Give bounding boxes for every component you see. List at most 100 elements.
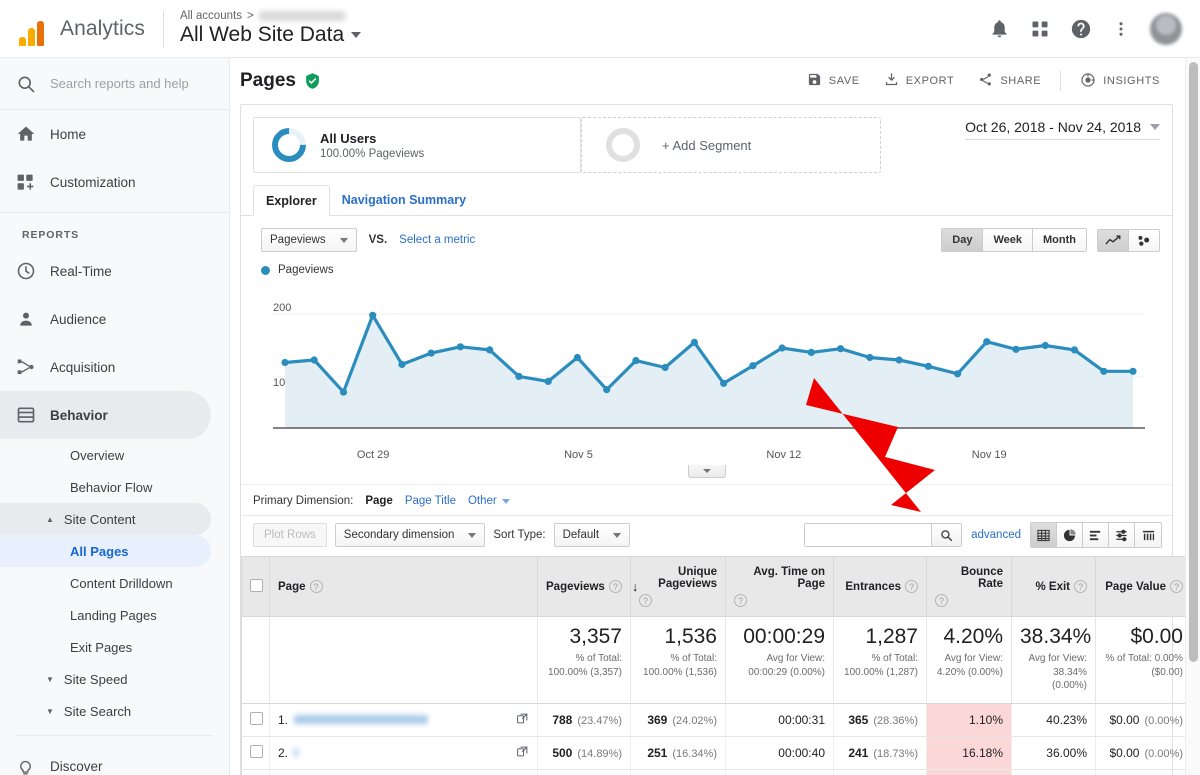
chart-point[interactable] [925,363,932,370]
help-icon[interactable]: ? [609,580,622,593]
chart-point[interactable] [369,312,376,319]
chart-point[interactable] [603,386,610,393]
date-range-picker[interactable]: Oct 26, 2018 - Nov 24, 2018 [965,117,1160,173]
row-checkbox[interactable] [250,712,263,725]
chart-point[interactable] [1100,368,1107,375]
sidebar-item-home[interactable]: Home [0,110,229,158]
secondary-dimension-select[interactable]: Secondary dimension [335,523,486,547]
pageviews-chart[interactable]: 200 100 [255,282,1158,447]
table-view-icon[interactable] [1031,523,1057,547]
apps-grid-icon[interactable] [1030,19,1050,39]
chart-point[interactable] [1129,368,1136,375]
page-cell[interactable]: 2. [270,736,538,769]
chart-zoom-handle[interactable] [688,465,726,478]
chart-point[interactable] [311,356,318,363]
chart-point[interactable] [398,361,405,368]
row-checkbox-cell[interactable] [242,769,270,775]
chart-point[interactable] [457,343,464,350]
table-search[interactable] [804,523,962,547]
scrollbar-thumb[interactable] [1189,62,1198,662]
select-a-metric-link[interactable]: Select a metric [399,234,475,246]
tab-explorer[interactable]: Explorer [253,185,330,216]
select-all-header[interactable] [242,557,270,617]
segment-all-users[interactable]: All Users 100.00% Pageviews [253,117,581,173]
sidebar-item-site-speed[interactable]: ▼ Site Speed [0,663,229,695]
open-external-icon[interactable] [516,745,529,761]
help-icon[interactable]: ? [734,594,747,607]
chart-point[interactable] [340,389,347,396]
sidebar-item-landing-pages[interactable]: Landing Pages [0,599,229,631]
page-cell[interactable]: 1. [270,703,538,736]
column-header-pageviews[interactable]: Pageviews?↓ [538,557,631,617]
save-button[interactable]: SAVE [798,66,869,96]
sidebar-item-acquisition[interactable]: Acquisition [0,343,229,391]
help-icon[interactable]: ? [935,594,948,607]
pivot-view-icon[interactable] [1135,523,1161,547]
column-header-unique-pageviews[interactable]: Unique Pageviews? [631,557,726,617]
chart-point[interactable] [574,354,581,361]
chart-point[interactable] [691,339,698,346]
granularity-week[interactable]: Week [983,229,1033,251]
chart-point[interactable] [281,359,288,366]
page-cell[interactable]: 3. [270,769,538,775]
share-button[interactable]: SHARE [969,66,1050,96]
chart-point[interactable] [749,362,756,369]
bar-view-icon[interactable] [1083,523,1109,547]
tab-navigation-summary[interactable]: Navigation Summary [330,185,478,215]
chart-point[interactable] [632,357,639,364]
row-checkbox[interactable] [250,745,263,758]
sidebar-item-customization[interactable]: Customization [0,158,229,206]
select-all-checkbox[interactable] [250,579,263,592]
sidebar-search[interactable] [0,58,229,110]
column-header-page-value[interactable]: Page Value? [1096,557,1186,617]
table-row[interactable]: 1.788(23.47%)369(24.02%)00:00:31365(28.3… [242,703,1186,736]
sidebar-item-site-search[interactable]: ▼ Site Search [0,695,229,727]
comparison-view-icon[interactable] [1109,523,1135,547]
chart-point[interactable] [954,370,961,377]
row-checkbox-cell[interactable] [242,703,270,736]
chart-point[interactable] [1042,342,1049,349]
column-header-entrances[interactable]: Entrances? [834,557,927,617]
avatar[interactable] [1150,13,1182,45]
row-checkbox-cell[interactable] [242,736,270,769]
column-header-avg-time-on-page[interactable]: Avg. Time on Page? [726,557,834,617]
table-search-button[interactable] [931,524,961,546]
chart-point[interactable] [720,380,727,387]
column-header-bounce-rate[interactable]: Bounce Rate? [927,557,1012,617]
chart-point[interactable] [866,354,873,361]
chart-point[interactable] [486,346,493,353]
chart-point[interactable] [662,364,669,371]
table-search-input[interactable] [805,524,931,546]
view-name[interactable]: All Web Site Data [180,23,361,47]
chart-point[interactable] [1012,346,1019,353]
chevron-down-icon[interactable] [1150,124,1160,130]
sidebar-item-behavior-flow[interactable]: Behavior Flow [0,471,229,503]
help-icon[interactable]: ? [1170,580,1183,593]
chart-point[interactable] [779,344,786,351]
chart-point[interactable] [837,345,844,352]
export-button[interactable]: EXPORT [875,66,964,96]
sidebar-item-overview[interactable]: Overview [0,439,229,471]
granularity-month[interactable]: Month [1033,229,1086,251]
breadcrumb[interactable]: All accounts > [180,10,361,22]
table-row[interactable]: 3.249(7.42%)120(7.81%)00:00:27115(8.94%)… [242,769,1186,775]
bell-icon[interactable] [989,18,1010,39]
chart-point[interactable] [896,356,903,363]
open-external-icon[interactable] [516,712,529,728]
motion-chart-icon[interactable] [1129,230,1159,251]
advanced-link[interactable]: advanced [971,529,1021,541]
sidebar-item-exit-pages[interactable]: Exit Pages [0,631,229,663]
granularity-day[interactable]: Day [942,229,983,251]
sidebar-item-content-drilldown[interactable]: Content Drilldown [0,567,229,599]
help-icon[interactable]: ? [1074,580,1087,593]
sidebar-item-behavior[interactable]: Behavior [0,391,211,439]
chart-point[interactable] [515,373,522,380]
table-row[interactable]: 2.500(14.89%)251(16.34%)00:00:40241(18.7… [242,736,1186,769]
primary-dimension-page[interactable]: Page [365,495,393,507]
help-icon[interactable]: ? [310,580,323,593]
chart-point[interactable] [428,350,435,357]
primary-dimension-page-title[interactable]: Page Title [405,495,456,507]
help-icon[interactable] [1070,18,1092,40]
line-chart-icon[interactable] [1098,230,1129,251]
sort-type-select[interactable]: Default [554,523,630,547]
